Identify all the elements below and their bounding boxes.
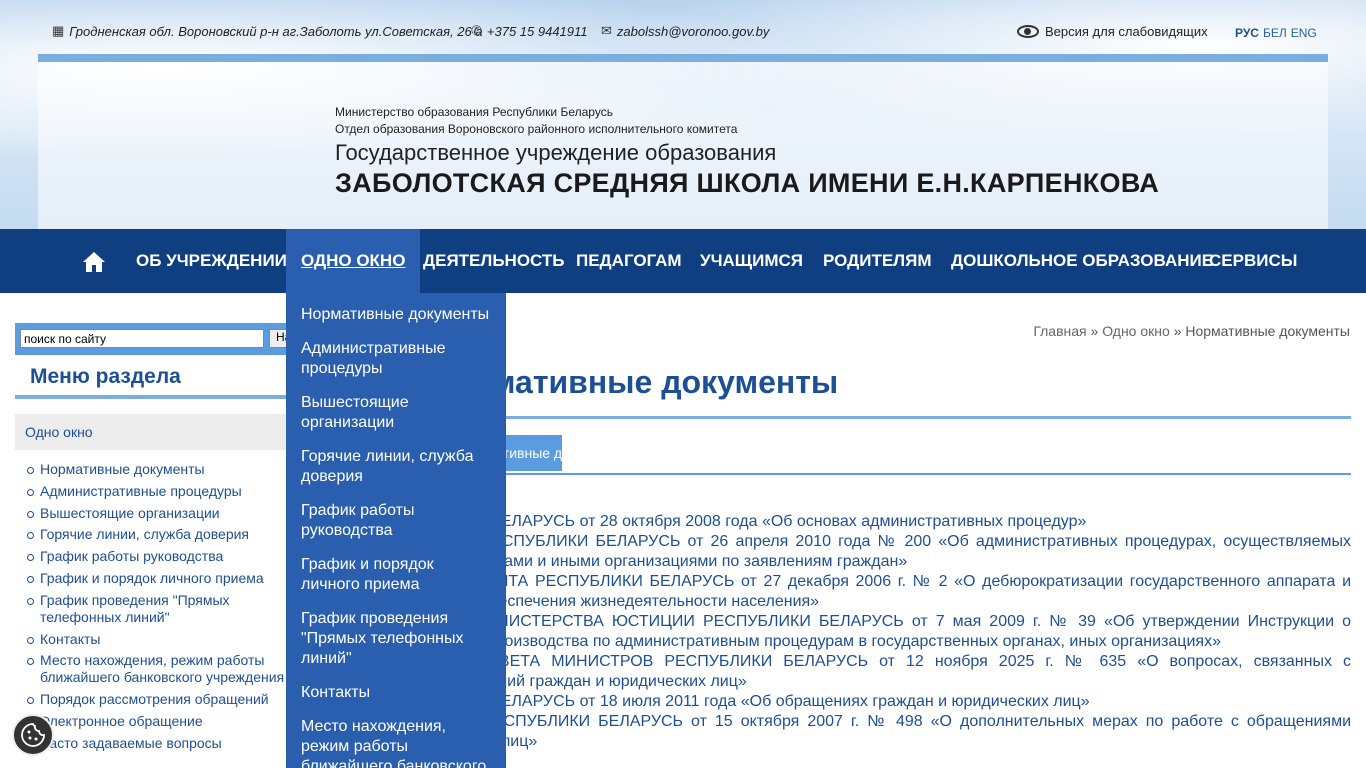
sidebar-item-bank-location[interactable]: Место нахождения, режим работы ближайшег… — [27, 652, 300, 686]
sidebar-item-electronic-appeal[interactable]: Электронное обращение — [27, 713, 300, 730]
nav-teachers[interactable]: ПЕДАГОГАМ — [561, 229, 697, 293]
main-nav: ОБ УЧРЕЖДЕНИИ ОДНО ОКНО ДЕЯТЕЛЬНОСТЬ ПЕД… — [0, 229, 1366, 293]
home-icon[interactable] — [82, 251, 106, 273]
eye-icon — [1017, 25, 1039, 38]
nav-activity[interactable]: ДЕЯТЕЛЬНОСТЬ — [408, 229, 580, 293]
lang-be[interactable]: БЕЛ — [1263, 26, 1287, 40]
nav-parents[interactable]: РОДИТЕЛЯМ — [808, 229, 946, 293]
email-link[interactable]: zabolssh@voronoo.gov.by — [617, 24, 769, 39]
divider — [430, 416, 1351, 419]
divider — [430, 473, 1351, 475]
sidebar-item-contacts[interactable]: Контакты — [27, 631, 300, 648]
lang-en[interactable]: ENG — [1291, 26, 1317, 40]
language-switcher: РУС БЕЛ ENG — [1235, 26, 1317, 40]
building-icon: ▦ — [52, 23, 65, 38]
nav-preschool[interactable]: ДОШКОЛЬНОЕ ОБРАЗОВАНИЕ — [936, 229, 1228, 293]
sidebar-item-reception-schedule[interactable]: График и порядок личного приема — [27, 570, 300, 587]
breadcrumb-home[interactable]: Главная — [1033, 323, 1086, 339]
search-input[interactable] — [20, 329, 264, 348]
dropdown-item-management-schedule[interactable]: График работы руководства — [286, 501, 506, 541]
institution-type: Государственное учреждение образования — [335, 140, 777, 165]
address-text: Гродненская обл. Вороновский р-н аг.Забо… — [69, 23, 483, 39]
breadcrumb-section[interactable]: Одно окно — [1102, 323, 1170, 339]
sidebar-menu: Нормативные документы Административные п… — [27, 461, 300, 757]
email[interactable]: ✉ zabolssh@voronoo.gov.by — [601, 23, 769, 39]
search-box: Найти — [15, 323, 305, 355]
dropdown-item-higher-orgs[interactable]: Вышестоящие организации — [286, 393, 506, 433]
ministry-label: Министерство образования Республики Бела… — [335, 105, 613, 119]
sidebar-item-direct-lines[interactable]: График проведения "Прямых телефонных лин… — [27, 592, 300, 626]
sidebar-item-faq[interactable]: Часто задаваемые вопросы — [27, 735, 300, 752]
school-name[interactable]: ЗАБОЛОТСКАЯ СРЕДНЯЯ ШКОЛА ИМЕНИ Е.Н.КАРП… — [335, 168, 1159, 199]
nav-services[interactable]: СЕРВИСЫ — [1194, 229, 1312, 293]
sidebar-section-link[interactable]: Одно окно — [15, 414, 295, 450]
cookie-icon — [21, 723, 45, 747]
top-bar: ▦ Гродненская обл. Вороновский р-н аг.За… — [0, 0, 1366, 54]
sidebar-item-management-schedule[interactable]: График работы руководства — [27, 548, 300, 565]
lang-ru[interactable]: РУС — [1235, 26, 1259, 40]
nav-about[interactable]: ОБ УЧРЕЖДЕНИИ — [121, 229, 302, 293]
phone-icon: ✆ — [471, 23, 482, 38]
breadcrumb: Главная » Одно окно » Нормативные докуме… — [1033, 323, 1350, 339]
dropdown-item-admin-procedures[interactable]: Административные процедуры — [286, 339, 506, 379]
cookie-settings-button[interactable] — [12, 714, 54, 756]
site-header: Министерство образования Республики Бела… — [38, 54, 1328, 229]
phone-text[interactable]: +375 15 9441911 — [487, 24, 588, 39]
dropdown-item-bank-location[interactable]: Место нахождения, режим работы ближайшег… — [286, 717, 506, 768]
one-window-dropdown: Нормативные документы Административные п… — [286, 293, 506, 768]
breadcrumb-separator: » — [1173, 323, 1182, 339]
sidebar-item-higher-orgs[interactable]: Вышестоящие организации — [27, 505, 300, 522]
divider — [15, 395, 295, 399]
sidebar-item-admin-procedures[interactable]: Административные процедуры — [27, 483, 300, 500]
breadcrumb-current: Нормативные документы — [1185, 323, 1350, 339]
dropdown-item-normative-docs[interactable]: Нормативные документы — [286, 305, 506, 325]
breadcrumb-separator: » — [1090, 323, 1099, 339]
sidebar-item-normative-docs[interactable]: Нормативные документы — [27, 461, 300, 478]
sidebar-item-hotlines[interactable]: Горячие линии, служба доверия — [27, 526, 300, 543]
address: ▦ Гродненская обл. Вороновский р-н аг.За… — [52, 23, 483, 39]
dropdown-item-reception-schedule[interactable]: График и порядок личного приема — [286, 555, 506, 595]
dropdown-item-hotlines[interactable]: Горячие линии, служба доверия — [286, 447, 506, 487]
nav-one-window[interactable]: ОДНО ОКНО — [286, 229, 421, 293]
dropdown-item-contacts[interactable]: Контакты — [286, 683, 506, 703]
dropdown-item-direct-lines[interactable]: График проведения "Прямых телефонных лин… — [286, 609, 506, 669]
sidebar-item-appeals-procedure[interactable]: Порядок рассмотрения обращений — [27, 691, 300, 708]
accessibility-label[interactable]: Версия для слабовидящих — [1045, 24, 1208, 39]
phone[interactable]: ✆ +375 15 9441911 — [471, 23, 588, 39]
accessibility-link[interactable]: Версия для слабовидящих — [1017, 24, 1208, 39]
department-label: Отдел образования Вороновского районного… — [335, 122, 738, 136]
sidebar-title: Меню раздела — [30, 365, 181, 388]
mail-icon: ✉ — [601, 23, 612, 38]
nav-students[interactable]: УЧАЩИМСЯ — [685, 229, 818, 293]
